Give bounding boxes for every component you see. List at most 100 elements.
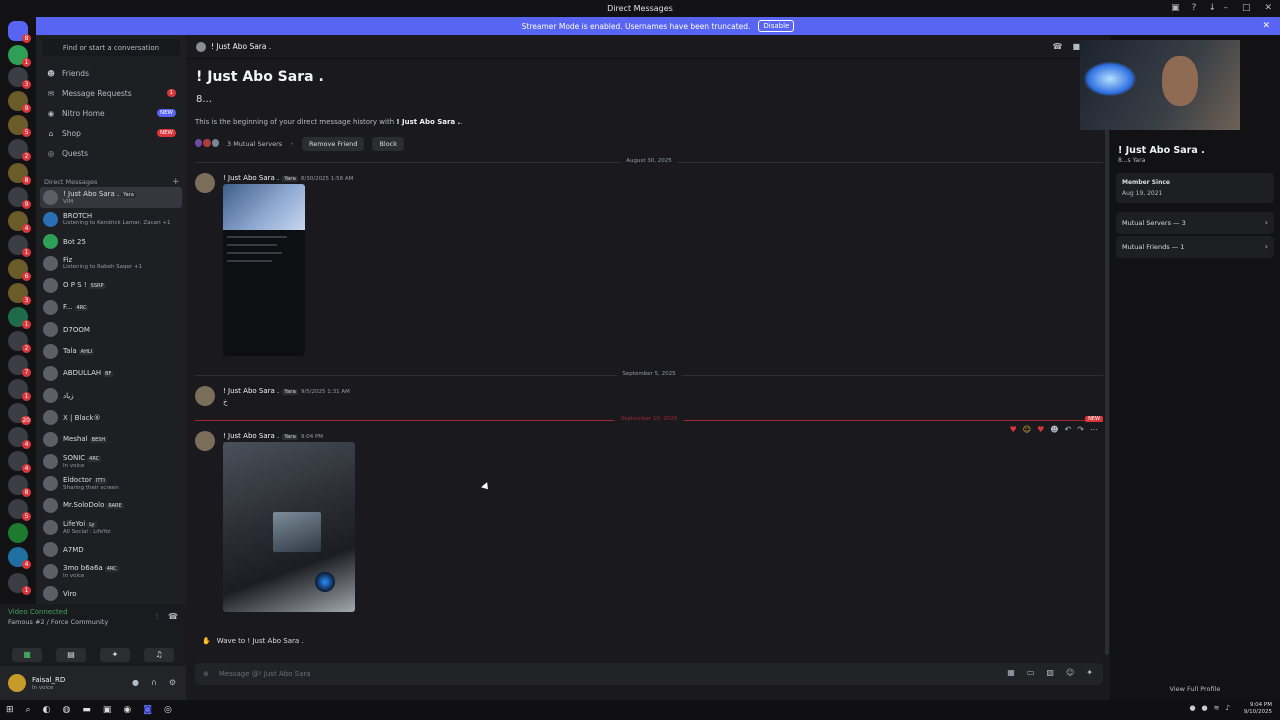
server-icon[interactable]: 1 xyxy=(8,235,31,257)
message[interactable]: ! Just Abo Sara . Yara 9:04 PM xyxy=(195,431,595,621)
message[interactable]: ! Just Abo Sara . Yara 8/30/2025 1:58 AM xyxy=(195,173,595,363)
sticker-icon[interactable]: ▧ xyxy=(1046,668,1054,677)
search-icon[interactable]: ⌕ xyxy=(26,705,31,715)
server-icon[interactable]: 3 xyxy=(8,283,31,305)
mutual-servers-link[interactable]: 3 Mutual Servers xyxy=(227,140,282,148)
heart-reaction-icon[interactable]: ♥ xyxy=(1010,425,1017,434)
download-icon[interactable]: ↓ xyxy=(1208,3,1216,13)
server-icon[interactable]: 5 xyxy=(8,499,31,521)
wifi-icon[interactable]: ≋ xyxy=(1214,704,1220,712)
server-icon[interactable]: 3 xyxy=(8,67,31,89)
server-icon[interactable]: 1 xyxy=(8,379,31,401)
server-icon[interactable]: 20 xyxy=(8,403,31,425)
server-icon[interactable]: 9 xyxy=(8,187,31,209)
message-input[interactable]: ⊕ Message @! Just Abo Sara ▦ ▭ ▧ ☺ ✦ xyxy=(195,663,1103,685)
kick-server-icon[interactable] xyxy=(8,523,28,543)
clock[interactable]: 9:04 PM 9/10/2025 xyxy=(1244,702,1272,716)
voice-channel[interactable]: Famous #2 / Force Community xyxy=(8,618,108,626)
screen-share-button[interactable]: ▤ xyxy=(56,648,86,662)
minimize-icon[interactable]: – xyxy=(1223,3,1228,13)
discord-home-icon[interactable]: 8 xyxy=(8,21,31,43)
more-icon[interactable]: ⋯ xyxy=(1090,425,1098,434)
avatar[interactable] xyxy=(195,386,215,406)
dm-item[interactable]: Mr.SoloDolo RARE xyxy=(40,495,182,516)
add-attachment-icon[interactable]: ⊕ xyxy=(203,670,209,678)
server-icon[interactable]: 2 xyxy=(8,139,31,161)
message-author[interactable]: ! Just Abo Sara . xyxy=(223,432,279,440)
microphone-icon[interactable]: ● xyxy=(132,678,139,687)
dm-item[interactable]: LifeYoi Ly All Social : LifeYoi xyxy=(40,517,182,538)
store-icon[interactable]: ▣ xyxy=(103,705,112,715)
dm-item[interactable]: A7MD xyxy=(40,539,182,560)
soundboard-button[interactable]: ♫ xyxy=(144,648,174,662)
avatar[interactable] xyxy=(195,431,215,451)
remove-friend-button[interactable]: Remove Friend xyxy=(302,137,365,151)
nav-nitro-home[interactable]: ◉ Nitro Home NEW xyxy=(42,104,180,122)
nav-shop[interactable]: ⌂ Shop NEW xyxy=(42,124,180,142)
server-icon[interactable]: 4 xyxy=(8,547,31,569)
disable-streamer-button[interactable]: Disable xyxy=(758,20,795,32)
inbox-icon[interactable]: ▣ xyxy=(1171,3,1180,13)
avatar[interactable] xyxy=(195,173,215,193)
gift-icon[interactable]: ▦ xyxy=(1007,668,1015,677)
find-conversation-input[interactable]: Find or start a conversation xyxy=(42,39,180,56)
create-dm-icon[interactable]: + xyxy=(172,177,180,187)
server-icon[interactable]: 9 xyxy=(8,91,31,113)
block-button[interactable]: Block xyxy=(372,137,405,151)
nav-quests[interactable]: ◎ Quests xyxy=(42,144,180,162)
dm-item[interactable]: F... 4RC xyxy=(40,297,182,318)
message-author[interactable]: ! Just Abo Sara . xyxy=(223,387,279,395)
wave-prompt[interactable]: ✋ Wave to ! Just Abo Sara . xyxy=(202,637,304,645)
tray-icon[interactable]: ● xyxy=(1189,704,1195,712)
server-icon[interactable]: 1 xyxy=(8,45,31,67)
close-banner-icon[interactable]: ✕ xyxy=(1262,21,1270,31)
server-icon[interactable]: 2 xyxy=(8,331,31,353)
discord-taskbar-icon[interactable]: ◙ xyxy=(143,705,152,715)
gear-icon[interactable]: ⚙ xyxy=(169,678,176,687)
dm-item[interactable]: زياد xyxy=(40,385,182,406)
volume-icon[interactable]: ♪ xyxy=(1226,704,1230,712)
nav-message-requests[interactable]: ✉ Message Requests 1 xyxy=(42,84,180,102)
image-attachment[interactable] xyxy=(223,184,305,356)
dm-item[interactable]: Meshal BESH xyxy=(40,429,182,450)
dm-item[interactable]: Eldoctor ITTI Sharing their screen xyxy=(40,473,182,494)
chat-scrollbar[interactable] xyxy=(1105,65,1109,655)
reply-icon[interactable]: ↶ xyxy=(1065,425,1072,434)
dm-item[interactable]: ! Just Abo Sara . Yara VIM xyxy=(40,187,182,208)
noise-suppression-icon[interactable]: ⫶ xyxy=(156,612,158,622)
apps-icon[interactable]: ✦ xyxy=(1086,668,1093,677)
video-call-icon[interactable]: ■ xyxy=(1072,42,1080,51)
dm-item[interactable]: Fiz Listening to Rabeh Saqer +1 xyxy=(40,253,182,274)
dm-item[interactable]: 3mo b6a6a 4RC In voice xyxy=(40,561,182,582)
view-full-profile-link[interactable]: View Full Profile xyxy=(1110,685,1280,693)
server-icon[interactable]: 5 xyxy=(8,115,31,137)
headphones-icon[interactable]: ∩ xyxy=(151,678,157,687)
start-icon[interactable]: ⊞ xyxy=(6,705,14,715)
maximize-icon[interactable]: □ xyxy=(1242,3,1251,13)
dm-item[interactable]: Viro xyxy=(40,583,182,604)
server-icon[interactable]: 1 xyxy=(8,307,31,329)
dm-item[interactable]: Bot 25 xyxy=(40,231,182,252)
app-icon[interactable]: ◎ xyxy=(164,705,172,715)
app-icon[interactable]: ◐ xyxy=(43,705,51,715)
folder-icon[interactable]: ▬ xyxy=(82,705,91,715)
message-author[interactable]: ! Just Abo Sara . xyxy=(223,174,279,182)
chrome-icon[interactable]: ◉ xyxy=(123,705,131,715)
mutual-friends-row[interactable]: Mutual Friends — 1 › xyxy=(1116,236,1274,258)
server-icon[interactable]: 4 xyxy=(8,451,31,473)
dm-item[interactable]: SONIC 4RC In voice xyxy=(40,451,182,472)
mutual-servers-row[interactable]: Mutual Servers — 3 › xyxy=(1116,212,1274,234)
smile-reaction-icon[interactable]: ☺ xyxy=(1023,425,1031,434)
voice-call-icon[interactable]: ☎ xyxy=(1052,42,1062,51)
dm-item[interactable]: ABDULLAH BF xyxy=(40,363,182,384)
dm-item[interactable]: D7OOM xyxy=(40,319,182,340)
dm-item[interactable]: BROTCH Listening to Kendrick Lamar, Zacar… xyxy=(40,209,182,230)
close-window-icon[interactable]: ✕ xyxy=(1264,3,1272,13)
avatar[interactable] xyxy=(8,674,26,692)
tray-icon[interactable]: ● xyxy=(1202,704,1208,712)
message[interactable]: ! Just Abo Sara . Yara 9/5/2025 1:31 AM خ xyxy=(195,386,595,412)
image-attachment[interactable] xyxy=(223,442,355,612)
server-icon[interactable]: 4 xyxy=(8,211,31,233)
heart-reaction-icon[interactable]: ♥ xyxy=(1037,425,1044,434)
gif-icon[interactable]: ▭ xyxy=(1027,668,1035,677)
